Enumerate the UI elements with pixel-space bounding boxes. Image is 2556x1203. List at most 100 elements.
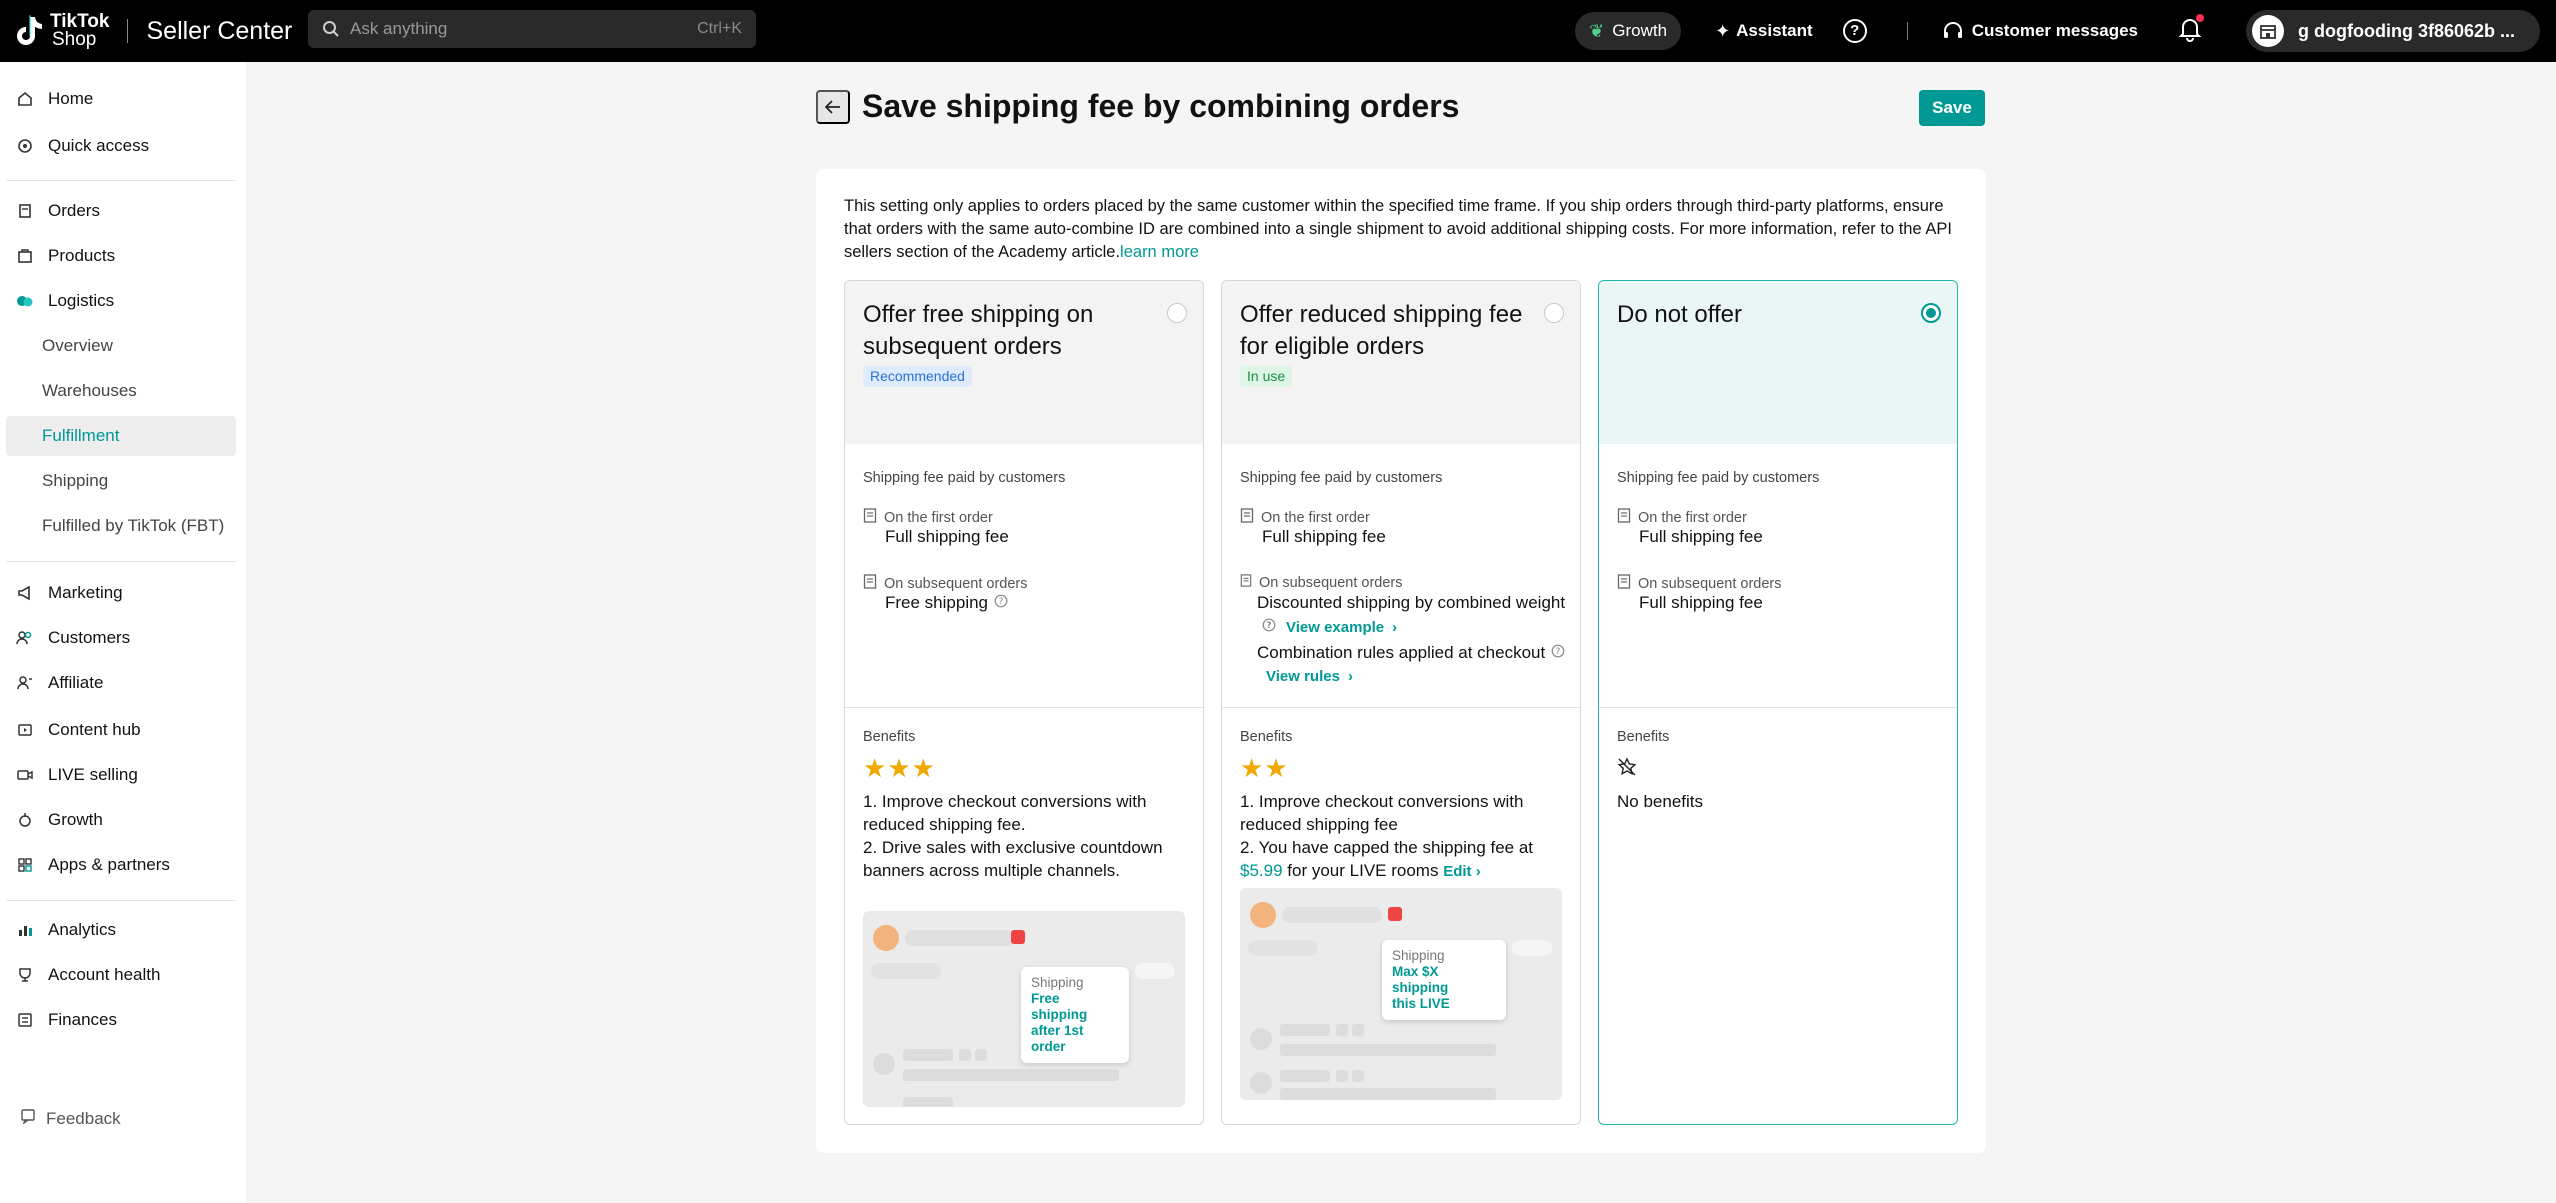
sidebar-item-label: Marketing — [48, 583, 123, 602]
sidebar-item-products[interactable]: Products — [6, 236, 236, 276]
card-divider — [845, 707, 1203, 708]
sidebar-item-customers[interactable]: Customers — [6, 618, 236, 658]
subsequent-order-label: On subsequent orders — [1617, 574, 1781, 593]
feedback-link[interactable]: Feedback — [20, 1108, 121, 1129]
sidebar-item-label: Home — [48, 89, 94, 108]
option-radio[interactable] — [1167, 303, 1187, 323]
app-title: Seller Center — [146, 16, 293, 45]
sidebar-item-finances[interactable]: Finances — [6, 1000, 236, 1040]
assistant-button[interactable]: ✦ Assistant — [1715, 21, 1813, 42]
svg-text:?: ? — [1266, 621, 1271, 631]
sidebar-item-apps-partners[interactable]: Apps & partners — [6, 845, 236, 885]
sidebar-sub-warehouses[interactable]: Warehouses — [6, 371, 236, 411]
back-button[interactable] — [816, 90, 850, 124]
notifications-button[interactable] — [2178, 13, 2204, 47]
orders-icon — [14, 203, 36, 219]
sidebar-item-label: Analytics — [48, 920, 117, 939]
search-box[interactable]: Ask anything Ctrl+K — [308, 10, 756, 48]
option-radio-selected[interactable] — [1921, 303, 1941, 323]
sidebar-item-quick-access[interactable]: Quick access — [6, 126, 236, 166]
account-menu[interactable]: g dogfooding 3f86062b ... — [2246, 10, 2540, 52]
feedback-icon — [20, 1108, 36, 1129]
first-order-value: Full shipping fee — [1639, 527, 1763, 546]
sidebar-item-orders[interactable]: Orders — [6, 191, 236, 231]
customers-icon — [14, 630, 36, 646]
sidebar-item-logistics[interactable]: Logistics — [6, 281, 236, 321]
tiktok-logo-icon — [17, 15, 42, 45]
benefit-line: 1. Improve checkout conversions with red… — [863, 792, 1147, 834]
growth-label: Growth — [1612, 21, 1668, 40]
preview-bar — [903, 1069, 1119, 1081]
content-hub-icon — [14, 722, 36, 738]
subsequent-order-label-text: On subsequent orders — [884, 575, 1028, 592]
view-rules-link[interactable]: View rules › — [1266, 668, 1353, 685]
preview-bar — [903, 1097, 953, 1107]
growth-button[interactable]: ❦ Growth — [1575, 12, 1682, 50]
first-order-label: On the first order — [1240, 508, 1370, 527]
question-icon[interactable]: ? — [1551, 643, 1565, 663]
sidebar-item-live-selling[interactable]: LIVE selling — [6, 755, 236, 795]
preview-circle — [1250, 1072, 1272, 1094]
benefits-text: 1. Improve checkout conversions with red… — [1240, 790, 1560, 883]
card-header: Offer free shipping on subsequent orders… — [845, 281, 1203, 444]
save-button[interactable]: Save — [1919, 90, 1985, 126]
option-card-do-not-offer[interactable]: Do not offer Shipping fee paid by custom… — [1598, 280, 1958, 1125]
card-title: Offer free shipping on subsequent orders — [863, 301, 1094, 360]
sidebar-sub-overview[interactable]: Overview — [6, 326, 236, 366]
option-card-free-shipping[interactable]: Offer free shipping on subsequent orders… — [844, 280, 1204, 1125]
sidebar-item-label: Products — [48, 246, 116, 265]
preview-bar — [1135, 963, 1175, 979]
help-icon[interactable]: ? — [1842, 19, 1867, 43]
view-rules-label: View rules — [1266, 668, 1340, 685]
card-title: Offer reduced shipping fee for eligible … — [1240, 301, 1523, 360]
benefit-text: for your LIVE rooms — [1287, 861, 1439, 880]
option-card-reduced-shipping[interactable]: Offer reduced shipping fee for eligible … — [1221, 280, 1581, 1125]
first-order-label-text: On the first order — [884, 509, 993, 526]
view-example-link[interactable]: ? View example › — [1262, 618, 1397, 636]
question-icon: ? — [1262, 618, 1276, 636]
live-selling-icon — [14, 767, 36, 783]
option-radio[interactable] — [1544, 303, 1564, 323]
benefit-line: 2. You have capped the shipping fee at $… — [1240, 836, 1560, 883]
svg-text:?: ? — [1556, 647, 1561, 657]
tiktok-shop-logo[interactable]: TikTok Shop — [14, 12, 109, 49]
first-order-label: On the first order — [1617, 508, 1747, 527]
sidebar-item-account-health[interactable]: Account health — [6, 955, 236, 995]
benefit-stars: ★ ★ ★ — [863, 755, 936, 781]
preview-bar — [1248, 940, 1318, 956]
search-input[interactable]: Ask anything — [350, 19, 697, 39]
edit-label: Edit — [1443, 863, 1472, 880]
sidebar-item-label: Growth — [48, 810, 103, 829]
preview-live-icon — [1388, 907, 1402, 921]
sidebar-sub-fulfillment[interactable]: Fulfillment — [6, 416, 236, 456]
edit-link[interactable]: Edit › — [1443, 863, 1481, 880]
sidebar-item-marketing[interactable]: Marketing — [6, 573, 236, 613]
star-icon: ★ — [1240, 753, 1264, 783]
sidebar-item-content-hub[interactable]: Content hub — [6, 710, 236, 750]
customer-messages-label: Customer messages — [1971, 21, 2138, 40]
card-header: Do not offer — [1599, 281, 1957, 444]
first-order-label-text: On the first order — [1261, 509, 1370, 526]
tooltip-line: Max $X shipping — [1392, 964, 1449, 995]
tooltip-line: Free shipping — [1031, 991, 1088, 1022]
document-icon — [1240, 508, 1254, 527]
benefit-stars: ★ ★ — [1240, 755, 1289, 781]
sidebar-sub-shipping[interactable]: Shipping — [6, 461, 236, 501]
benefit-line: 1. Improve checkout conversions with red… — [1240, 792, 1524, 834]
chevron-right-icon: › — [1347, 668, 1353, 685]
sidebar-item-home[interactable]: Home — [6, 79, 236, 119]
sidebar-item-affiliate[interactable]: Affiliate — [6, 663, 236, 703]
affiliate-icon — [14, 675, 36, 691]
preview-image: Shipping Max $X shipping this LIVE — [1240, 888, 1562, 1100]
preview-tooltip: Shipping Free shipping after 1st order — [1021, 967, 1129, 1063]
question-icon[interactable]: ? — [994, 593, 1008, 613]
sidebar-sub-fbt[interactable]: Fulfilled by TikTok (FBT) — [6, 506, 236, 546]
tooltip-line: this LIVE — [1392, 996, 1450, 1011]
apps-icon — [14, 857, 36, 873]
sidebar-item-growth[interactable]: Growth — [6, 800, 236, 840]
sidebar-item-analytics[interactable]: Analytics — [6, 910, 236, 950]
customer-messages-button[interactable]: Customer messages — [1942, 20, 2138, 42]
no-benefits-text: No benefits — [1617, 792, 1703, 811]
preview-bar — [1512, 940, 1552, 956]
learn-more-link[interactable]: learn more — [1120, 243, 1199, 261]
